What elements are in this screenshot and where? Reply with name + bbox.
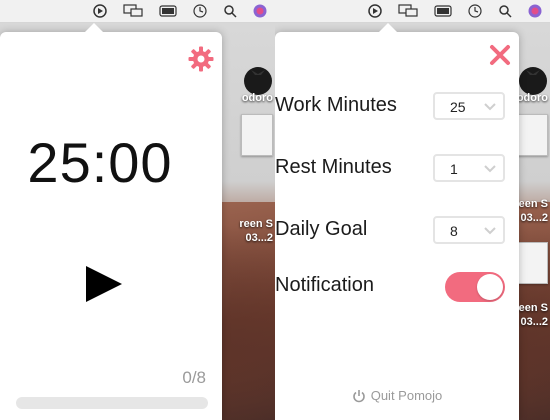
rest-minutes-label: Rest Minutes bbox=[275, 156, 392, 178]
notification-toggle[interactable] bbox=[445, 272, 505, 302]
desktop-label: odoro bbox=[516, 92, 548, 104]
quit-label: Quit Pomojo bbox=[370, 388, 443, 403]
siri-icon[interactable] bbox=[253, 4, 267, 18]
daily-goal-select[interactable]: 8 bbox=[433, 216, 505, 244]
display-mirror-icon[interactable] bbox=[123, 4, 143, 18]
timer-popover: 25:00 0/8 bbox=[0, 23, 222, 420]
desktop-label: 03...2 bbox=[520, 316, 548, 328]
desktop-label: reen S bbox=[514, 198, 548, 210]
tomato-app-icon[interactable] bbox=[516, 62, 550, 96]
timer-screen: odoro reen S 03...2 25:00 0/8 bbox=[0, 0, 275, 420]
tomato-app-icon[interactable] bbox=[241, 62, 275, 96]
clock-icon[interactable] bbox=[193, 4, 207, 18]
chevron-down-icon bbox=[484, 227, 496, 235]
popover-arrow bbox=[379, 23, 397, 32]
desktop-thumbnail[interactable] bbox=[516, 114, 548, 156]
close-icon[interactable] bbox=[489, 44, 511, 66]
daily-goal-label: Daily Goal bbox=[275, 218, 368, 240]
notification-row: Notification bbox=[275, 272, 519, 302]
settings-popover: Work Minutes 25 Rest Minutes 1 Daily Goa… bbox=[275, 23, 519, 420]
power-icon bbox=[352, 390, 365, 403]
search-icon[interactable] bbox=[498, 4, 512, 18]
desktop-thumbnail[interactable] bbox=[241, 114, 273, 156]
siri-icon[interactable] bbox=[528, 4, 542, 18]
battery-icon[interactable] bbox=[159, 5, 177, 17]
chevron-down-icon bbox=[484, 103, 496, 111]
battery-icon[interactable] bbox=[434, 5, 452, 17]
notification-label: Notification bbox=[275, 274, 374, 296]
desktop-label: reen S bbox=[514, 302, 548, 314]
chevron-down-icon bbox=[484, 165, 496, 173]
pomojo-icon[interactable] bbox=[368, 4, 382, 18]
desktop-label: reen S bbox=[239, 218, 273, 230]
popover-arrow bbox=[85, 23, 103, 32]
daily-goal-value: 8 bbox=[450, 223, 458, 239]
gear-icon[interactable] bbox=[188, 46, 214, 72]
quit-button[interactable]: Quit Pomojo bbox=[275, 388, 519, 403]
work-minutes-value: 25 bbox=[450, 99, 466, 115]
rest-minutes-value: 1 bbox=[450, 161, 458, 177]
toggle-knob bbox=[477, 274, 503, 300]
pomojo-icon[interactable] bbox=[93, 4, 107, 18]
clock-icon[interactable] bbox=[468, 4, 482, 18]
work-minutes-select[interactable]: 25 bbox=[433, 92, 505, 120]
desktop-label: 03...2 bbox=[245, 232, 273, 244]
display-mirror-icon[interactable] bbox=[398, 4, 418, 18]
play-icon[interactable] bbox=[84, 264, 124, 304]
menubar bbox=[0, 0, 275, 23]
rest-minutes-row: Rest Minutes 1 bbox=[275, 154, 519, 184]
search-icon[interactable] bbox=[223, 4, 237, 18]
goal-progress-bar bbox=[16, 397, 208, 409]
work-minutes-row: Work Minutes 25 bbox=[275, 92, 519, 122]
desktop-thumbnail[interactable] bbox=[516, 242, 548, 284]
rest-minutes-select[interactable]: 1 bbox=[433, 154, 505, 182]
settings-screen: odoro reen S 03...2 reen S 03...2 Work M… bbox=[275, 0, 550, 420]
menubar bbox=[275, 0, 550, 23]
work-minutes-label: Work Minutes bbox=[275, 94, 397, 116]
desktop-label: odoro bbox=[241, 92, 273, 104]
timer-display: 25:00 bbox=[27, 131, 173, 194]
daily-goal-row: Daily Goal 8 bbox=[275, 216, 519, 246]
goal-progress-count: 0/8 bbox=[182, 368, 206, 387]
desktop-label: 03...2 bbox=[520, 212, 548, 224]
